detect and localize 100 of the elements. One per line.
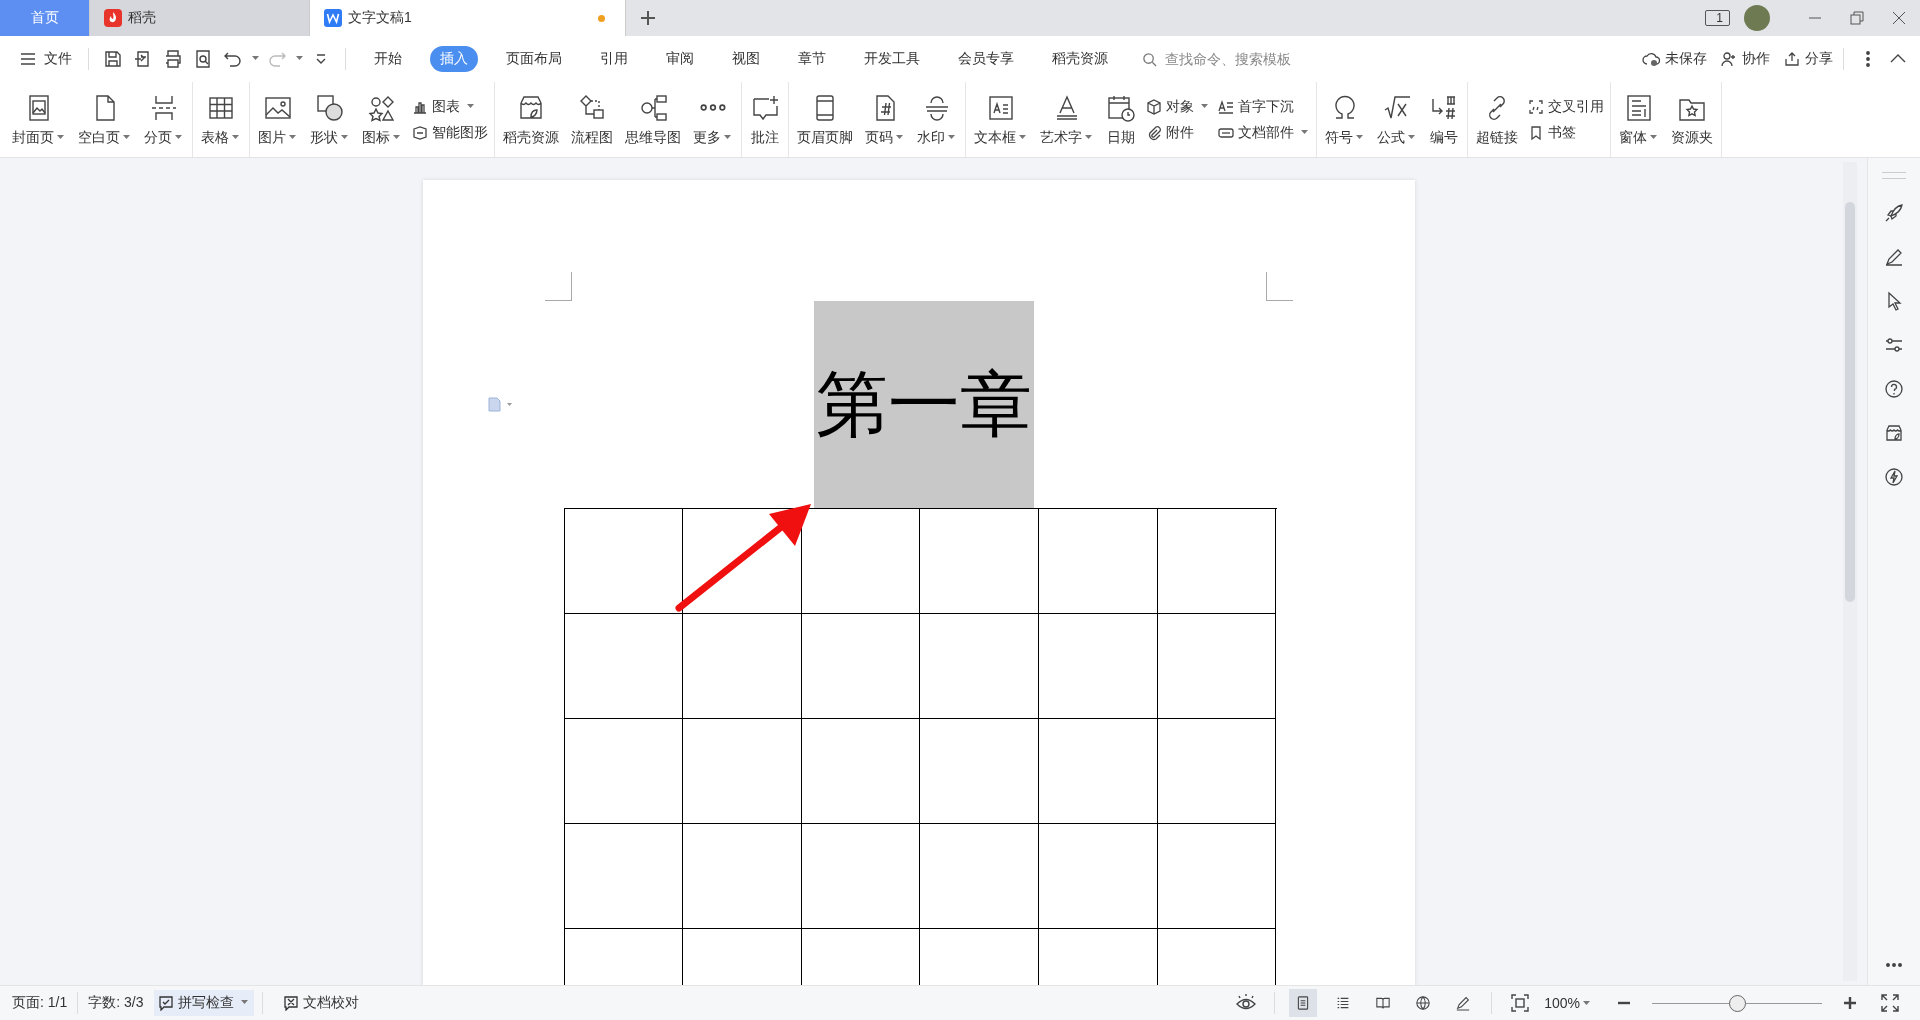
ribbon-button[interactable]: 符号 <box>1319 82 1371 157</box>
caret-icon <box>240 1000 248 1004</box>
ribbon-tab[interactable]: 审阅 <box>656 46 704 72</box>
ribbon-button[interactable]: 艺术字 <box>1034 82 1100 157</box>
ribbon-tab[interactable]: 章节 <box>788 46 836 72</box>
sliders-icon[interactable] <box>1884 335 1904 355</box>
ribbon-tab[interactable]: 开发工具 <box>854 46 930 72</box>
flame-logo-icon <box>104 9 122 27</box>
ribbon-tab[interactable]: 视图 <box>722 46 770 72</box>
bookmark-icon <box>1528 124 1544 141</box>
toolbar-action[interactable]: 协作 <box>1721 50 1770 68</box>
ribbon-button[interactable]: 书签 <box>1528 123 1604 142</box>
zoom-slider-thumb[interactable] <box>1729 994 1746 1012</box>
proofread-button[interactable]: 文档校对 <box>278 990 363 1016</box>
drop-cap-icon <box>1218 98 1234 115</box>
ribbon-button[interactable]: 分页 <box>138 82 190 157</box>
caret-icon <box>1356 134 1363 139</box>
drag-handle[interactable] <box>1882 172 1906 179</box>
cross-comment-icon <box>282 995 299 1011</box>
help-icon[interactable] <box>1884 379 1904 399</box>
window-count-button[interactable]: 1 <box>1705 10 1730 26</box>
ribbon-button[interactable]: 对象 <box>1146 97 1210 116</box>
caret-icon <box>1085 134 1092 139</box>
search-field[interactable]: 查找命令、搜索模板 <box>1142 50 1367 68</box>
caret-icon <box>1301 129 1308 134</box>
caret-icon <box>1201 103 1208 108</box>
page-view-icon[interactable] <box>1289 989 1318 1017</box>
caret-icon <box>123 134 130 139</box>
ribbon-button[interactable]: 资源夹 <box>1665 82 1719 157</box>
ribbon-button[interactable]: 封面页 <box>6 82 72 157</box>
ribbon-button[interactable]: 页眉页脚 <box>791 82 859 157</box>
ribbon-button[interactable]: 图片 <box>252 82 304 157</box>
caret-icon <box>1408 134 1415 139</box>
close-icon[interactable] <box>1892 11 1906 25</box>
caret-icon <box>1650 134 1657 139</box>
ribbon-button[interactable]: 窗体 <box>1613 82 1665 157</box>
writer-logo-icon <box>324 9 342 27</box>
ribbon-button[interactable]: 超链接 <box>1470 82 1524 157</box>
ribbon-button[interactable]: 流程图 <box>565 82 619 157</box>
ribbon-tab[interactable]: 会员专享 <box>948 46 1024 72</box>
ribbon-button[interactable]: 智能图形 <box>412 123 488 142</box>
chapter-heading: 第一章 <box>813 301 1034 508</box>
spell-check-button[interactable]: 拼写检查 <box>153 990 254 1016</box>
save-icon[interactable] <box>103 49 123 69</box>
ribbon-tab[interactable]: 页面布局 <box>496 46 572 72</box>
toolbar-action[interactable]: 未保存 <box>1642 50 1707 68</box>
print-preview-icon[interactable] <box>193 49 213 69</box>
ribbon-tab[interactable]: 开始 <box>364 46 412 72</box>
lightning-icon[interactable] <box>1884 467 1904 487</box>
ribbon-button[interactable]: 更多 <box>687 82 739 157</box>
ribbon-button[interactable]: 附件 <box>1146 123 1210 142</box>
ribbon-button[interactable]: 图表 <box>412 97 488 116</box>
menu-icon <box>20 52 36 66</box>
print-icon[interactable] <box>163 49 183 69</box>
zoom-dropdown[interactable]: 100% <box>1544 995 1592 1011</box>
ribbon-button[interactable]: 水印 <box>911 82 963 157</box>
pen-icon[interactable] <box>1884 247 1904 267</box>
share-icon <box>1784 51 1800 67</box>
ribbon-button[interactable]: 表格 <box>195 82 247 157</box>
paperclip-icon <box>1146 124 1162 141</box>
cube-icon <box>1146 98 1162 115</box>
vertical-scrollbar[interactable] <box>1843 162 1857 981</box>
page-count: 页面: 1/1 <box>12 994 68 1012</box>
file-menu[interactable]: 文件 <box>14 46 78 72</box>
document-tab[interactable]: 稻壳 <box>90 0 310 36</box>
ribbon-button[interactable]: 文档部件 <box>1218 123 1310 142</box>
ribbon-button[interactable]: 交叉引用 <box>1528 97 1604 116</box>
mind-map-icon <box>638 92 668 123</box>
ribbon-button[interactable]: 公式 <box>1371 82 1423 157</box>
ribbon-button[interactable]: 形状 <box>304 82 356 157</box>
rocket-icon[interactable] <box>1884 203 1904 223</box>
ribbon-button[interactable]: 思维导图 <box>619 82 687 157</box>
cross-reference-icon <box>1528 98 1544 115</box>
document-tab[interactable]: 文字文稿1 <box>310 0 626 36</box>
ribbon-button[interactable]: 稻壳资源 <box>497 82 565 157</box>
caret-icon <box>341 134 348 139</box>
ribbon-button[interactable]: 空白页 <box>72 82 138 157</box>
caret-icon <box>1583 1001 1590 1006</box>
restore-icon[interactable] <box>1850 11 1864 25</box>
more-icon <box>698 104 728 111</box>
ribbon-button[interactable]: 首字下沉 <box>1218 97 1310 116</box>
toolbar-action[interactable]: 分享 <box>1784 50 1833 68</box>
caret-icon <box>1019 134 1026 139</box>
margin-corner-mark <box>544 272 572 301</box>
ribbon-button[interactable]: 文本框 <box>968 82 1034 157</box>
caret-icon <box>175 134 182 139</box>
caret-icon <box>724 134 731 139</box>
caret-icon <box>57 134 64 139</box>
ribbon-button[interactable]: 编号 <box>1423 82 1465 157</box>
store-icon[interactable] <box>1884 423 1904 443</box>
caret-icon <box>896 134 903 139</box>
ribbon-button[interactable]: 图标 <box>356 82 408 157</box>
ribbon-tab[interactable]: 稻壳资源 <box>1042 46 1118 72</box>
ribbon-button[interactable]: 批注 <box>744 82 786 157</box>
search-icon <box>1142 51 1157 67</box>
avatar[interactable] <box>1744 5 1770 31</box>
ribbon-tab[interactable]: 引用 <box>590 46 638 72</box>
ribbon-button[interactable]: 页码 <box>859 82 911 157</box>
ribbon-button[interactable]: 日期 <box>1100 82 1142 157</box>
caret-icon <box>252 56 259 60</box>
